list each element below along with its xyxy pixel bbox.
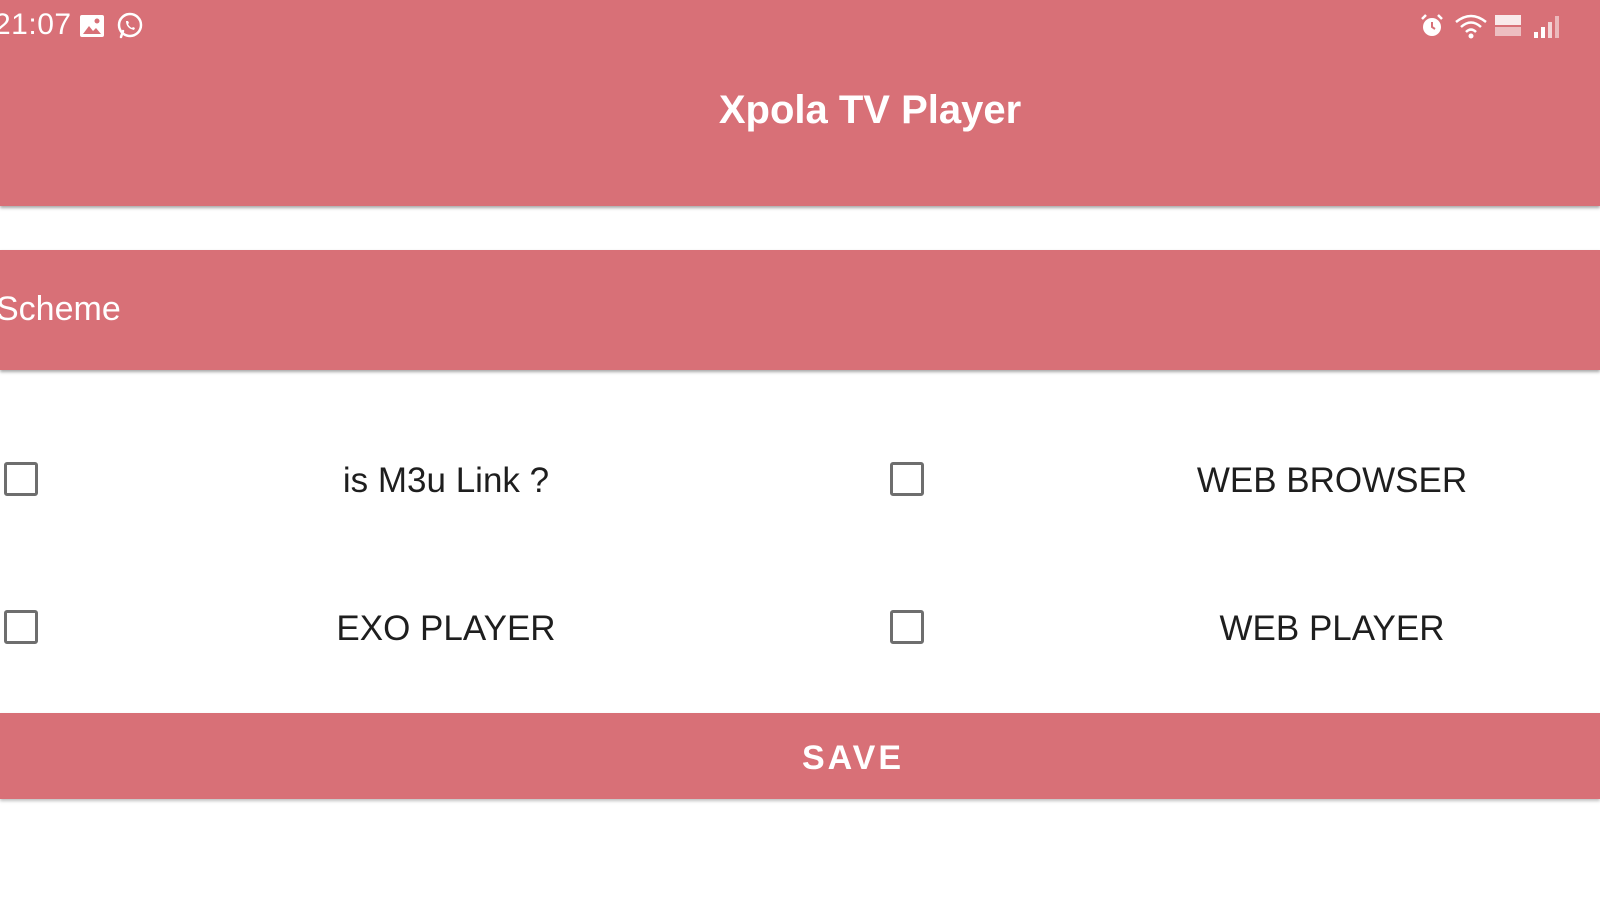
alarm-icon (1421, 14, 1443, 36)
web-player-label: WEB PLAYER (1219, 609, 1445, 648)
status-bar: 21:07 (0, 0, 1600, 52)
scheme-header: Scheme (0, 250, 1600, 370)
app-bar: 21:07 Xpola TV Player (0, 0, 1600, 206)
exo-player-label: EXO PLAYER (336, 609, 556, 648)
scheme-label: Scheme (0, 290, 121, 328)
save-button[interactable]: SAVE (0, 713, 1600, 799)
image-icon (80, 15, 104, 37)
whatsapp-icon (117, 12, 143, 39)
web-player-checkbox[interactable] (890, 610, 924, 644)
app-title: Xpola TV Player (718, 88, 1022, 132)
web-browser-label: WEB BROWSER (1196, 461, 1468, 500)
volte-icon (1495, 15, 1521, 36)
app-screen: 21:07 Xpola TV Player Scheme is M3u Link… (0, 0, 1600, 900)
signal-icon (1534, 16, 1559, 38)
m3u-link-label: is M3u Link ? (342, 461, 550, 500)
status-time: 21:07 (0, 8, 72, 41)
m3u-link-checkbox[interactable] (4, 462, 38, 496)
wifi-icon (1455, 14, 1487, 39)
exo-player-checkbox[interactable] (4, 610, 38, 644)
save-button-label: SAVE (801, 739, 905, 777)
web-browser-checkbox[interactable] (890, 462, 924, 496)
